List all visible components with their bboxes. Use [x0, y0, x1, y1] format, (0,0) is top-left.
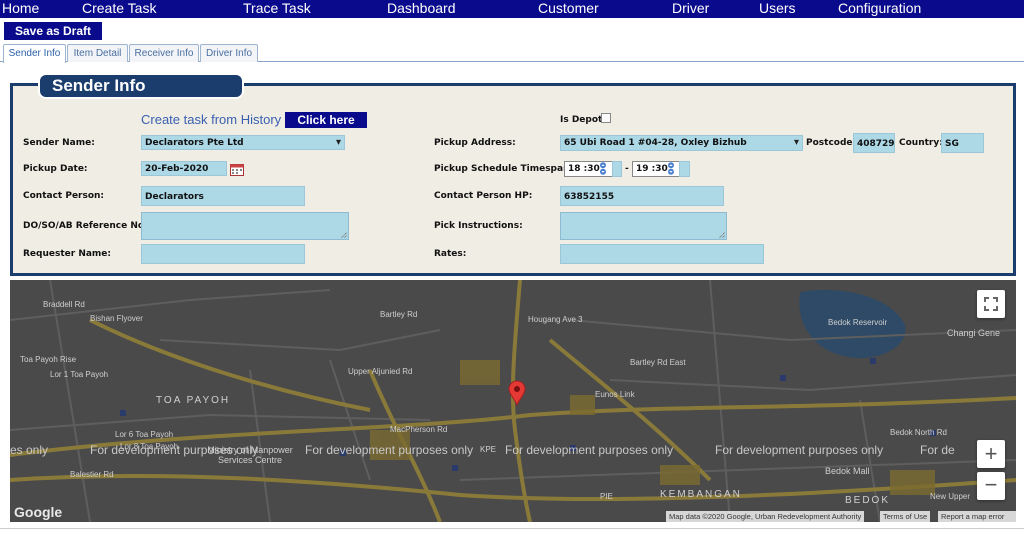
report-map-error-link[interactable]: Report a map error — [938, 511, 1016, 522]
map-watermark-3: For development purposes only — [505, 443, 674, 457]
pick-instructions-label: Pick Instructions: — [434, 221, 523, 231]
contact-hp-input[interactable]: 63852155 — [560, 186, 724, 206]
road-bishan-flyover: Bishan Flyover — [90, 314, 143, 323]
reference-no-label: DO/SO/AB Reference No: — [23, 221, 148, 231]
road-toa-payoh-rise: Toa Payoh Rise — [20, 355, 77, 364]
tab-sender-info[interactable]: Sender Info — [3, 44, 66, 63]
road-balestier: Balestier Rd — [70, 470, 114, 479]
area-bedok: BEDOK — [845, 495, 891, 506]
road-lor6-toa-payoh: Lor 6 Toa Payoh — [115, 430, 174, 439]
map-attribution: Map data ©2020 Google, Urban Redevelopme… — [666, 511, 865, 522]
save-as-draft-button[interactable]: Save as Draft — [4, 22, 102, 40]
time-to-pad — [679, 161, 690, 177]
road-upper-aljunied: Upper Aljunied Rd — [348, 367, 413, 376]
panel-title: Sender Info — [38, 73, 244, 99]
contact-person-input[interactable]: Declarators — [141, 186, 305, 206]
nav-configuration[interactable]: Configuration — [838, 0, 921, 17]
postcode-label: Postcode: — [806, 138, 857, 148]
road-hougang-ave-3: Hougang Ave 3 — [528, 315, 583, 324]
road-bedok-north: Bedok North Rd — [890, 428, 947, 437]
fullscreen-icon — [984, 297, 998, 311]
map-view[interactable]: TOA PAYOH KEMBANGAN BEDOK Ministry of Ma… — [10, 280, 1016, 522]
nav-create-task[interactable]: Create Task — [82, 0, 156, 17]
road-braddell: Braddell Rd — [43, 300, 85, 309]
zoom-in-button[interactable]: + — [977, 440, 1005, 468]
area-toa-payoh: TOA PAYOH — [156, 395, 231, 406]
nav-users[interactable]: Users — [759, 0, 796, 17]
pickup-address-label: Pickup Address: — [434, 138, 516, 148]
requester-name-input[interactable] — [141, 244, 305, 264]
timespan-label: Pickup Schedule Timespan: — [434, 164, 574, 174]
sender-name-label: Sender Name: — [23, 138, 95, 148]
road-bartley-east: Bartley Rd East — [630, 358, 686, 367]
map-watermark-left: es only — [10, 443, 49, 457]
time-to-spinner-icon[interactable] — [666, 162, 676, 175]
road-kpe: KPE — [480, 445, 497, 454]
area-kembangan: KEMBANGAN — [660, 489, 742, 500]
road-macpherson: MacPherson Rd — [390, 425, 448, 434]
create-from-history-link[interactable]: Create task from History — [141, 112, 281, 127]
rates-label: Rates: — [434, 249, 467, 259]
map-watermark-4: For development purposes only — [715, 443, 884, 457]
reference-no-textarea[interactable] — [141, 212, 349, 240]
terms-of-use-link[interactable]: Terms of Use — [880, 511, 931, 522]
map-watermark-1: For development purposes only — [90, 443, 259, 457]
road-pie: PIE — [600, 492, 613, 501]
tab-item-detail[interactable]: Item Detail — [67, 44, 128, 62]
map-watermark-right: For de — [920, 443, 955, 457]
nav-customer[interactable]: Customer — [538, 0, 599, 17]
location-marker-icon[interactable] — [508, 380, 526, 406]
contact-hp-label: Contact Person HP: — [434, 191, 533, 201]
calendar-icon[interactable] — [230, 163, 244, 176]
tab-receiver-info[interactable]: Receiver Info — [129, 44, 199, 62]
time-separator: - — [625, 164, 629, 174]
nav-home[interactable]: Home — [2, 0, 39, 17]
road-bartley: Bartley Rd — [380, 310, 418, 319]
is-depot-checkbox[interactable] — [601, 113, 611, 123]
road-new-upper: New Upper — [930, 492, 971, 501]
pickup-date-input[interactable]: 20-Feb-2020 — [141, 161, 227, 176]
top-nav-bar: Home Create Task Trace Task Dashboard Cu… — [0, 0, 1024, 18]
tab-strip: Sender Info Item Detail Receiver Info Dr… — [0, 44, 1024, 63]
country-label: Country: — [899, 138, 943, 148]
google-logo: Google — [14, 504, 63, 520]
place-bedok-reservoir: Bedok Reservoir — [828, 318, 888, 327]
road-eunos-link: Eunos Link — [595, 390, 635, 399]
sender-name-select[interactable]: Declarators Pte Ltd — [141, 135, 345, 150]
place-bedok-mall: Bedok Mall — [825, 466, 870, 476]
time-from-spinner-icon[interactable] — [598, 162, 608, 175]
nav-driver[interactable]: Driver — [672, 0, 709, 17]
fullscreen-button[interactable] — [977, 290, 1005, 318]
country-input[interactable]: SG — [941, 133, 984, 153]
nav-trace-task[interactable]: Trace Task — [243, 0, 311, 17]
requester-name-label: Requester Name: — [23, 249, 112, 259]
click-here-button[interactable]: Click here — [285, 112, 367, 128]
road-lor1-toa-payoh: Lor 1 Toa Payoh — [50, 370, 109, 379]
nav-dashboard[interactable]: Dashboard — [387, 0, 456, 17]
tab-driver-info[interactable]: Driver Info — [200, 44, 258, 62]
pickup-date-label: Pickup Date: — [23, 164, 88, 174]
zoom-out-button[interactable]: − — [977, 472, 1005, 500]
contact-person-label: Contact Person: — [23, 191, 105, 201]
bottom-divider — [0, 528, 1024, 529]
map-watermark-2: For development purposes only — [305, 443, 474, 457]
place-changi-gene: Changi Gene — [947, 328, 1001, 338]
pick-instructions-textarea[interactable] — [560, 212, 727, 240]
rates-input[interactable] — [560, 244, 764, 264]
pickup-address-select[interactable]: 65 Ubi Road 1 #04-28, Oxley Bizhub — [560, 135, 803, 151]
time-from-pad — [612, 161, 622, 177]
is-depot-label: Is Depot — [560, 115, 603, 125]
postcode-input[interactable]: 408729 — [853, 133, 895, 153]
